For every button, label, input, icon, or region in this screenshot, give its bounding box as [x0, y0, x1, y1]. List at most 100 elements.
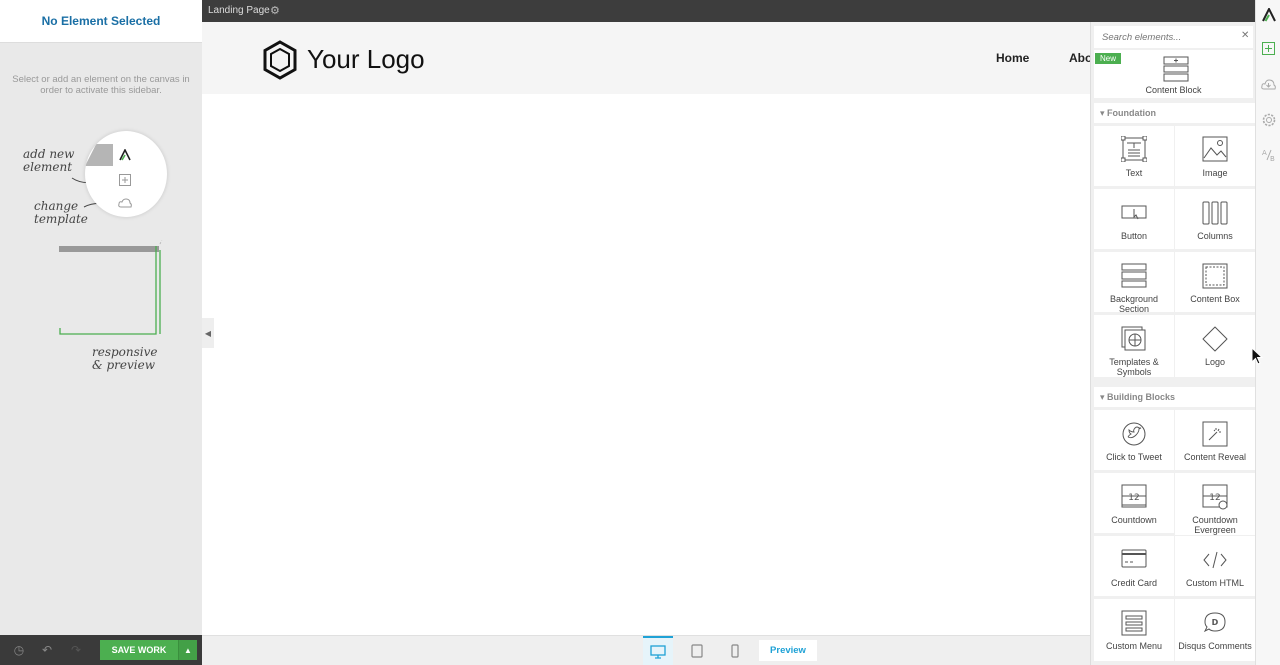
logo-text[interactable]: Your Logo	[307, 44, 425, 75]
code-icon	[1203, 551, 1227, 569]
elements-panel: ✕ Content Block New ▾ Foundation Text Im…	[1090, 22, 1255, 665]
element-click-to-tweet[interactable]: Click to Tweet	[1094, 410, 1174, 470]
page-title: Landing Page	[208, 5, 270, 16]
tablet-icon	[691, 644, 703, 658]
save-options-button[interactable]: ▲	[178, 640, 197, 660]
svg-text:D: D	[1212, 618, 1219, 627]
section-building-blocks-label: Building Blocks	[1107, 392, 1176, 402]
credit-card-label: Credit Card	[1110, 578, 1157, 588]
tablet-view-button[interactable]	[682, 636, 712, 665]
element-content-box[interactable]: Content Box	[1175, 252, 1255, 312]
nav-home-link[interactable]: Home	[996, 51, 1029, 65]
page-settings-gear-icon[interactable]: ⚙	[270, 4, 280, 17]
twitter-icon	[1122, 422, 1146, 446]
element-custom-html[interactable]: Custom HTML	[1175, 536, 1255, 596]
undo-icon[interactable]: ↶	[40, 643, 54, 657]
countdown-evergreen-icon: 12	[1202, 484, 1228, 510]
section-foundation-label: Foundation	[1107, 108, 1157, 118]
content-reveal-label: Content Reveal	[1183, 452, 1247, 462]
cloud-download-icon[interactable]	[1260, 76, 1277, 93]
mobile-view-button[interactable]	[720, 636, 750, 665]
element-background-section[interactable]: Background Section	[1094, 252, 1174, 314]
illustration-circle	[85, 131, 167, 217]
new-badge: New	[1095, 53, 1122, 64]
left-sidebar: No Element Selected Select or add an ele…	[0, 0, 202, 665]
mobile-icon	[731, 644, 739, 658]
hexagon-logo-icon	[263, 40, 297, 80]
desktop-icon	[650, 645, 666, 659]
section-foundation[interactable]: ▾ Foundation	[1094, 103, 1255, 123]
templates-symbols-label: Templates & Symbols	[1109, 357, 1159, 377]
editor-canvas[interactable]: Your Logo Home About	[202, 22, 1090, 635]
background-section-label: Background Section	[1109, 294, 1159, 314]
svg-text:12: 12	[1128, 493, 1139, 503]
save-work-button[interactable]: SAVE WORK	[100, 640, 178, 660]
element-custom-menu[interactable]: Custom Menu	[1094, 599, 1174, 661]
columns-label: Columns	[1197, 231, 1233, 241]
content-box-label: Content Box	[1190, 294, 1240, 304]
site-header[interactable]: Your Logo Home About	[202, 22, 1090, 94]
collapse-sidebar-toggle[interactable]: ◀	[202, 318, 214, 348]
countdown-evergreen-label: Countdown Evergreen	[1192, 515, 1238, 535]
image-icon	[1202, 136, 1228, 162]
menu-icon	[1121, 610, 1147, 636]
sidebar-header: No Element Selected	[0, 0, 202, 43]
nav-about-link[interactable]: About	[1069, 51, 1090, 65]
annotation-responsive: responsive & preview	[92, 345, 158, 372]
top-bar: Landing Page ⚙	[202, 0, 1255, 22]
chevron-up-icon: ▲	[184, 645, 192, 655]
sidebar-hint: Select or add an element on the canvas i…	[12, 74, 190, 96]
background-section-icon	[1121, 263, 1147, 288]
right-rail: AB	[1255, 0, 1280, 665]
element-credit-card[interactable]: Credit Card	[1094, 536, 1174, 596]
logo-label: Logo	[1204, 357, 1226, 367]
sidebar-title: No Element Selected	[41, 14, 161, 28]
redo-icon[interactable]: ↷	[69, 643, 83, 657]
element-image[interactable]: Image	[1175, 126, 1255, 186]
add-element-icon	[117, 172, 133, 188]
button-label: Button	[1120, 231, 1148, 241]
columns-icon	[1202, 201, 1228, 225]
settings-gear-icon[interactable]	[1260, 111, 1277, 128]
svg-text:B: B	[1270, 155, 1275, 162]
element-content-reveal[interactable]: Content Reveal	[1175, 410, 1255, 470]
add-element-icon[interactable]	[1260, 40, 1277, 57]
content-block-label: Content Block	[1145, 85, 1202, 95]
element-columns[interactable]: Columns	[1175, 189, 1255, 249]
countdown-label: Countdown	[1111, 515, 1157, 525]
element-text[interactable]: Text	[1094, 126, 1174, 186]
element-countdown[interactable]: 12 Countdown	[1094, 473, 1174, 533]
section-building-blocks[interactable]: ▾ Building Blocks	[1094, 387, 1255, 407]
ab-test-icon[interactable]: AB	[1260, 146, 1277, 163]
content-reveal-icon	[1202, 421, 1228, 447]
custom-menu-label: Custom Menu	[1105, 641, 1163, 651]
element-disqus-comments[interactable]: D Disqus Comments	[1175, 599, 1255, 661]
content-box-icon	[1202, 263, 1228, 289]
image-label: Image	[1202, 168, 1228, 178]
text-label: Text	[1125, 168, 1143, 178]
chevron-left-icon: ◀	[204, 328, 212, 338]
search-elements-input[interactable]	[1094, 26, 1253, 48]
disqus-comments-label: Disqus Comments	[1178, 641, 1252, 651]
disqus-icon: D	[1203, 612, 1226, 633]
custom-html-label: Custom HTML	[1185, 578, 1244, 588]
content-block-icon	[1163, 56, 1189, 82]
button-icon	[1121, 205, 1147, 220]
desktop-view-button[interactable]	[643, 636, 673, 665]
history-icon[interactable]: ◷	[12, 643, 26, 657]
mouse-cursor-icon	[1251, 347, 1263, 365]
element-button[interactable]: Button	[1094, 189, 1174, 249]
countdown-icon: 12	[1121, 484, 1147, 508]
element-logo[interactable]: Logo	[1175, 315, 1255, 377]
click-to-tweet-label: Click to Tweet	[1106, 452, 1162, 462]
app-logo-icon[interactable]	[1260, 6, 1277, 23]
clear-search-icon[interactable]: ✕	[1241, 30, 1249, 41]
svg-text:A: A	[1262, 149, 1267, 157]
preview-button[interactable]: Preview	[759, 640, 817, 661]
element-countdown-evergreen[interactable]: 12 Countdown Evergreen	[1175, 473, 1255, 535]
cloud-download-icon	[117, 195, 133, 211]
app-logo-icon	[117, 147, 133, 163]
text-icon	[1121, 136, 1147, 162]
element-templates-symbols[interactable]: Templates & Symbols	[1094, 315, 1174, 377]
svg-text:12: 12	[1209, 493, 1220, 503]
